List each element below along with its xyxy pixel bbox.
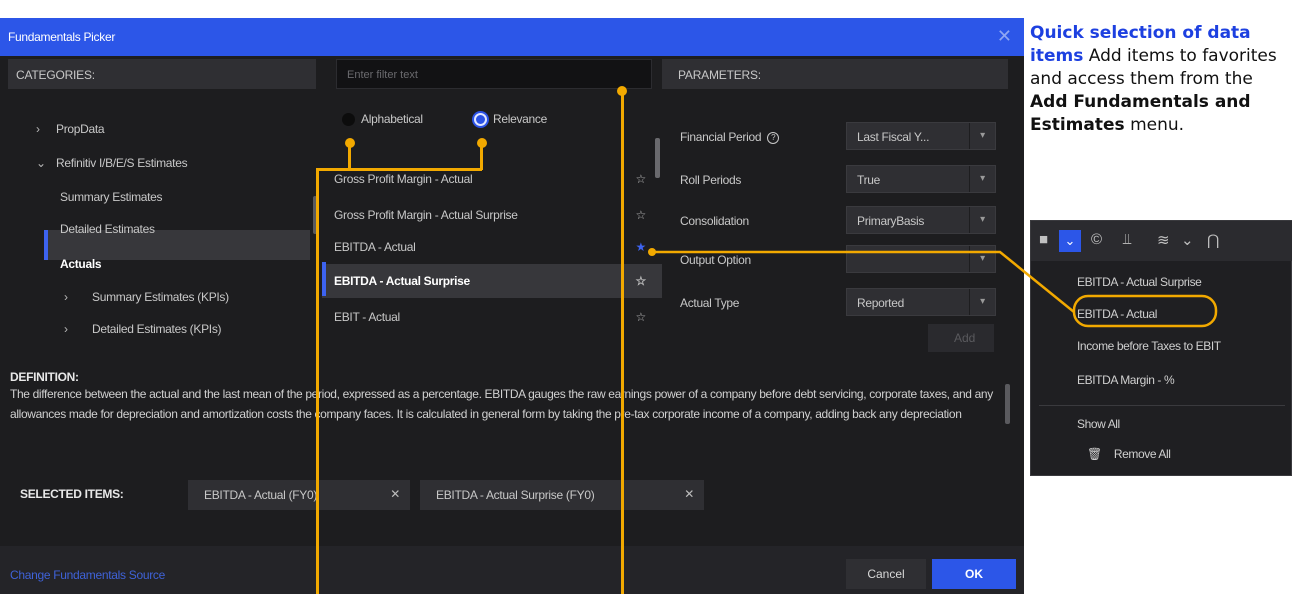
annotation-highlight-oval — [1072, 294, 1218, 328]
annotation-connector — [648, 248, 1218, 328]
annotation-line — [652, 250, 1075, 313]
